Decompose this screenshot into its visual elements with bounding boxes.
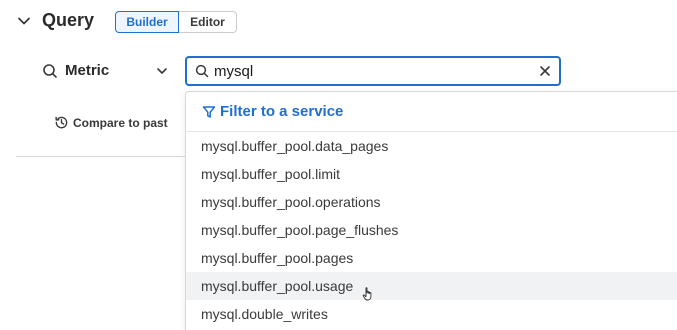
metric-search-field[interactable] xyxy=(185,56,561,86)
option-item[interactable]: mysql.double_writes xyxy=(186,300,677,328)
filter-to-service-label: Filter to a service xyxy=(220,103,344,120)
divider xyxy=(16,156,186,157)
chevron-down-icon[interactable] xyxy=(155,64,169,78)
option-item[interactable]: mysql.buffer_pool.data_pages xyxy=(186,132,677,160)
history-icon xyxy=(55,116,68,129)
option-label: mysql.buffer_pool.usage xyxy=(201,278,354,294)
editor-mode-button[interactable]: Editor xyxy=(179,11,237,33)
metric-search-input[interactable] xyxy=(214,61,524,81)
option-item[interactable]: mysql.buffer_pool.page_flushes xyxy=(186,216,677,244)
option-item-hovered[interactable]: mysql.buffer_pool.usage xyxy=(186,272,677,301)
option-item[interactable]: mysql.buffer_pool.limit xyxy=(186,160,677,188)
collapse-chevron-icon[interactable] xyxy=(16,13,32,29)
metric-label: Metric xyxy=(65,62,110,79)
search-icon xyxy=(195,64,209,78)
metric-dropdown: Filter to a service mysql.buffer_pool.da… xyxy=(185,91,677,330)
mode-toggle: Builder Editor xyxy=(115,11,237,33)
filter-icon xyxy=(202,106,216,118)
builder-mode-button[interactable]: Builder xyxy=(115,11,179,33)
option-item[interactable]: mysql.buffer_pool.pages xyxy=(186,244,677,272)
query-panel: Query Builder Editor Metric Compare to p… xyxy=(0,0,677,330)
option-item[interactable]: mysql.buffer_pool.operations xyxy=(186,188,677,216)
search-icon xyxy=(43,64,57,78)
compare-to-past-button[interactable]: Compare to past xyxy=(54,115,168,130)
close-icon[interactable] xyxy=(539,65,551,77)
query-title: Query xyxy=(42,10,95,30)
filter-to-service-button[interactable]: Filter to a service xyxy=(186,92,677,132)
hand-pointer-icon xyxy=(362,287,372,301)
compare-to-past-label: Compare to past xyxy=(73,115,168,130)
option-list: mysql.buffer_pool.data_pages mysql.buffe… xyxy=(186,132,677,328)
